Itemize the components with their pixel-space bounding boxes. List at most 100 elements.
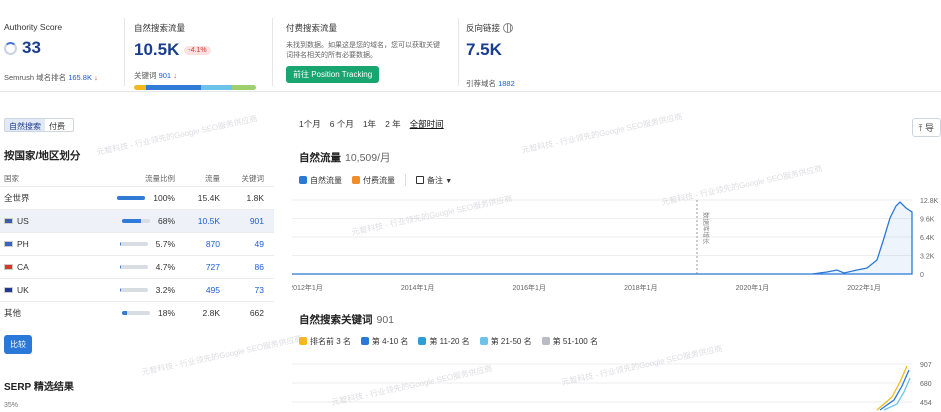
y-tick-label: 6.4K (920, 235, 935, 242)
traffic-value[interactable]: 870 (175, 239, 220, 249)
tab-paid[interactable]: 付费 (45, 119, 69, 131)
col-keywords[interactable]: 关键词 (220, 173, 265, 184)
kw-label: 关键词 (134, 71, 157, 80)
legend-organic[interactable]: 自然流量 (299, 175, 342, 186)
range-option[interactable]: 6 个月 (330, 118, 354, 130)
country-cell[interactable]: 其他 (0, 307, 100, 319)
legend-position-3[interactable]: 第 21-50 名 (479, 336, 532, 347)
organic-value[interactable]: 10.5K (134, 40, 179, 60)
divider (458, 18, 459, 86)
y-tick-label: 12.8K (920, 198, 939, 205)
country-cell[interactable]: US (0, 216, 100, 226)
y-tick-label: 3.2K (920, 254, 935, 261)
divider (124, 18, 125, 86)
traffic-legend: 自然流量 付费流量 备注 ▼ (299, 174, 452, 186)
ref-line: 引荐域名 1882 (466, 78, 596, 89)
traffic-value[interactable]: 10.5K (175, 216, 220, 226)
y2-tick-label: 907 (920, 362, 932, 369)
range-option[interactable]: 1年 (363, 118, 376, 130)
kw-value[interactable]: 901 (159, 71, 172, 80)
paid-desc: 未找到数据。如果这是您的域名，您可以获取关键词排名相关的所有必要数据。 (286, 42, 440, 59)
table-header: 国家 流量比例 流量 关键词 (0, 171, 274, 186)
trend-panel: 1个月 6 个月 1年 2 年全部时间 ⤒ 导 自然流量 10,509/月 自然流量 付… (292, 118, 941, 412)
col-traffic[interactable]: 流量 (175, 173, 220, 184)
keyword-value[interactable]: 901 (220, 216, 264, 226)
share-value: 100% (153, 193, 175, 203)
authority-value[interactable]: 33 (4, 38, 116, 58)
compare-button[interactable]: 比较 (4, 335, 32, 354)
share-cell: 5.7% (100, 239, 175, 249)
table-row[interactable]: PH 5.7% 870 49 (0, 232, 274, 255)
share-cell: 100% (100, 193, 175, 203)
table-row[interactable]: US 68% 10.5K 901 (0, 209, 274, 232)
traffic-chart[interactable]: 数据库增长 12.8K 9.6K 6.4K 3.2K 0 2012年1月 2014年1月 2… (292, 190, 941, 300)
notes-dropdown[interactable]: 备注 ▼ (416, 175, 452, 186)
col-country: 国家 (4, 174, 19, 183)
range-option[interactable]: 全部时间 (410, 118, 444, 130)
traffic-value[interactable]: 727 (175, 262, 220, 272)
range-option[interactable]: 1个月 (299, 118, 321, 130)
kw-chart[interactable]: 907 680 454 (292, 352, 941, 412)
organic-value-row: 10.5K -4.1% (134, 40, 264, 60)
country-name: 其他 (4, 308, 22, 318)
tab-organic[interactable]: 自然搜索 (5, 119, 45, 131)
legend-position-4[interactable]: 第 51-100 名 (541, 336, 598, 347)
ref-value[interactable]: 1882 (498, 79, 515, 88)
traffic-value[interactable]: 495 (175, 285, 220, 295)
keyword-value[interactable]: 662 (220, 308, 264, 318)
serp-y-tick: 35% (4, 402, 19, 409)
authority-title: Authority Score (4, 22, 63, 32)
x-tick-label: 2022年1月 (847, 283, 880, 292)
export-button[interactable]: ⤒ 导 (911, 118, 941, 137)
country-cell[interactable]: PH (0, 239, 100, 249)
country-cell[interactable]: 全世界 (0, 192, 100, 204)
kw-line: 关键词 901 ↓ (134, 70, 264, 81)
authority-card: Authority Score 33 Semrush 域名排名 165.8K ↓ (0, 0, 122, 92)
country-name: 全世界 (4, 193, 30, 203)
backlinks-value[interactable]: 7.5K (466, 40, 596, 60)
info-icon[interactable] (503, 23, 514, 33)
country-panel: 自然搜索 付费 按国家/地区划分 国家 流量比例 流量 关键词 全世界 100%… (0, 118, 278, 324)
country-cell[interactable]: CA (0, 262, 100, 272)
x-tick-label: 2012年1月 (292, 283, 323, 292)
share-cell: 4.7% (100, 262, 175, 272)
country-name: UK (17, 285, 29, 295)
share-cell: 18% (100, 308, 175, 318)
keyword-value[interactable]: 86 (220, 262, 264, 272)
divider (272, 18, 273, 86)
backlinks-card: 反向链接 7.5K 引荐域名 1882 (462, 0, 602, 92)
share-bar (119, 288, 148, 292)
legend-position-1[interactable]: 第 4-10 名 (360, 336, 408, 347)
legend-position-2[interactable]: 第 11-20 名 (418, 336, 470, 347)
share-bar (121, 311, 150, 315)
country-name: US (17, 216, 29, 226)
position-tracking-button[interactable]: 前往 Position Tracking (286, 66, 380, 83)
organic-title: 自然搜索流量 (134, 23, 186, 33)
table-row[interactable]: UK 3.2% 495 73 (0, 278, 274, 301)
share-bar (117, 196, 146, 200)
kw-chart-title: 自然搜索关键词 901 (299, 312, 394, 327)
country-cell[interactable]: UK (0, 285, 100, 295)
keyword-value[interactable]: 1.8K (220, 193, 265, 203)
col-share[interactable]: 流量比例 (100, 173, 175, 184)
authority-number: 33 (22, 38, 41, 57)
y-tick-label: 0 (920, 272, 924, 279)
legend-position-0[interactable]: 排名前 3 名 (299, 336, 351, 347)
keyword-value[interactable]: 49 (220, 239, 264, 249)
rank-line: Semrush 域名排名 165.8K ↓ (4, 72, 116, 83)
table-row[interactable]: 全世界 100% 15.4K 1.8K (0, 186, 274, 209)
range-option[interactable]: 2 年 (385, 118, 401, 130)
share-value: 3.2% (155, 285, 175, 295)
keyword-value[interactable]: 73 (220, 285, 264, 295)
share-cell: 3.2% (100, 285, 175, 295)
table-row[interactable]: 其他 18% 2.8K 662 (0, 301, 274, 324)
rank-label: Semrush 域名排名 (4, 73, 67, 82)
legend-paid[interactable]: 付费流量 (352, 175, 395, 186)
traffic-value[interactable]: 2.8K (175, 308, 221, 318)
kw-series-top3 (876, 365, 908, 411)
down-arrow-icon: ↓ (94, 73, 98, 82)
kw-title: 自然搜索关键词 (299, 314, 373, 326)
traffic-value[interactable]: 15.4K (175, 193, 220, 203)
rank-value[interactable]: 165.8K (68, 73, 92, 82)
table-row[interactable]: CA 4.7% 727 86 (0, 255, 274, 278)
